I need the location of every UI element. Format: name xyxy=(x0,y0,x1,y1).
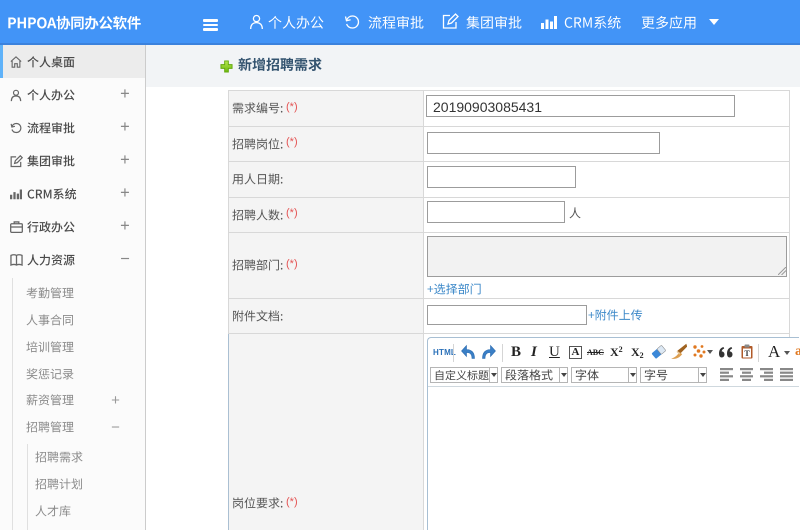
svg-text:T: T xyxy=(744,349,750,358)
